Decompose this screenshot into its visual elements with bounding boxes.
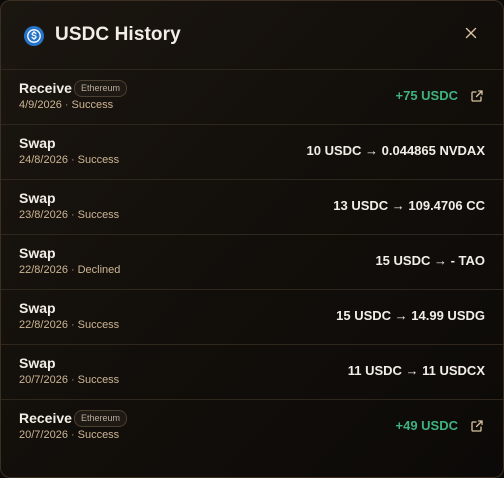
- transaction-status: Success: [77, 374, 120, 386]
- separator-dot: ·: [70, 209, 75, 221]
- transaction-type: Swap: [19, 355, 56, 371]
- transaction-row[interactable]: Receive Ethereum 4/9/2026 · Success +75 USDC: [1, 69, 503, 124]
- transaction-meta: 24/8/2026 · Success: [19, 154, 119, 166]
- transaction-row[interactable]: Swap 20/7/2026 · Success 11 USDC → 11 USDCX: [1, 344, 503, 399]
- modal-header: USDC History: [1, 1, 503, 69]
- transaction-meta: 20/7/2026 · Success: [19, 374, 119, 386]
- transaction-type: Swap: [19, 245, 56, 261]
- transaction-date: 23/8/2026: [19, 209, 68, 221]
- transaction-row[interactable]: Swap 22/8/2026 · Declined 15 USDC → - TAO: [1, 234, 503, 289]
- transaction-amount: 15 USDC → - TAO: [375, 253, 485, 268]
- separator-dot: ·: [70, 319, 75, 331]
- transaction-date: 20/7/2026: [19, 429, 68, 441]
- transaction-type: Swap: [19, 300, 56, 316]
- transaction-type: Swap: [19, 135, 56, 151]
- transaction-meta: 22/8/2026 · Success: [19, 319, 119, 331]
- close-icon: [465, 27, 477, 39]
- separator-dot: ·: [70, 264, 75, 276]
- usdc-history-modal: USDC History Receive Ethereum 4/9/2026 · Suc…: [0, 0, 504, 478]
- transaction-type: Receive: [19, 410, 72, 426]
- transaction-meta: 20/7/2026 · Success: [19, 429, 119, 441]
- transaction-date: 22/8/2026: [19, 264, 68, 276]
- transaction-meta: 4/9/2026 · Success: [19, 99, 113, 111]
- transaction-amount: +75 USDC: [395, 88, 459, 103]
- transaction-meta: 23/8/2026 · Success: [19, 209, 119, 221]
- transaction-amount: 13 USDC → 109.4706 CC: [333, 198, 485, 213]
- network-badge: Ethereum: [74, 80, 128, 97]
- separator-dot: ·: [64, 99, 69, 111]
- transaction-row[interactable]: Swap 22/8/2026 · Success 15 USDC → 14.99 USD…: [1, 289, 503, 344]
- separator-dot: ·: [70, 154, 75, 166]
- transaction-amount: 10 USDC → 0.044865 NVDAX: [306, 143, 485, 158]
- transaction-status: Success: [77, 429, 120, 441]
- separator-dot: ·: [70, 429, 75, 441]
- transaction-status: Success: [71, 99, 114, 111]
- transaction-date: 4/9/2026: [19, 99, 62, 111]
- close-button[interactable]: [461, 23, 481, 43]
- transaction-status: Success: [77, 319, 120, 331]
- transaction-row[interactable]: Receive Ethereum 20/7/2026 · Success +49 USDC: [1, 399, 503, 454]
- usdc-coin-icon: [24, 26, 44, 46]
- transaction-amount: 11 USDC → 11 USDCX: [347, 363, 485, 378]
- external-link-icon[interactable]: [470, 89, 484, 103]
- transaction-row[interactable]: Swap 24/8/2026 · Success 10 USDC → 0.044865 …: [1, 124, 503, 179]
- transaction-type: Receive: [19, 80, 72, 96]
- transaction-amount: 15 USDC → 14.99 USDG: [336, 308, 485, 323]
- transaction-date: 20/7/2026: [19, 374, 68, 386]
- transaction-status: Success: [77, 209, 120, 221]
- transaction-type: Swap: [19, 190, 56, 206]
- transaction-amount: +49 USDC: [395, 418, 459, 433]
- transaction-list: Receive Ethereum 4/9/2026 · Success +75 USDC S…: [1, 69, 503, 454]
- transaction-date: 24/8/2026: [19, 154, 68, 166]
- transaction-status: Success: [77, 154, 120, 166]
- transaction-status: Declined: [77, 264, 121, 276]
- transaction-row[interactable]: Swap 23/8/2026 · Success 13 USDC → 109.4706 …: [1, 179, 503, 234]
- network-badge: Ethereum: [74, 410, 128, 427]
- separator-dot: ·: [70, 374, 75, 386]
- transaction-date: 22/8/2026: [19, 319, 68, 331]
- external-link-icon[interactable]: [470, 419, 484, 433]
- transaction-meta: 22/8/2026 · Declined: [19, 264, 120, 276]
- page-title: USDC History: [55, 24, 181, 45]
